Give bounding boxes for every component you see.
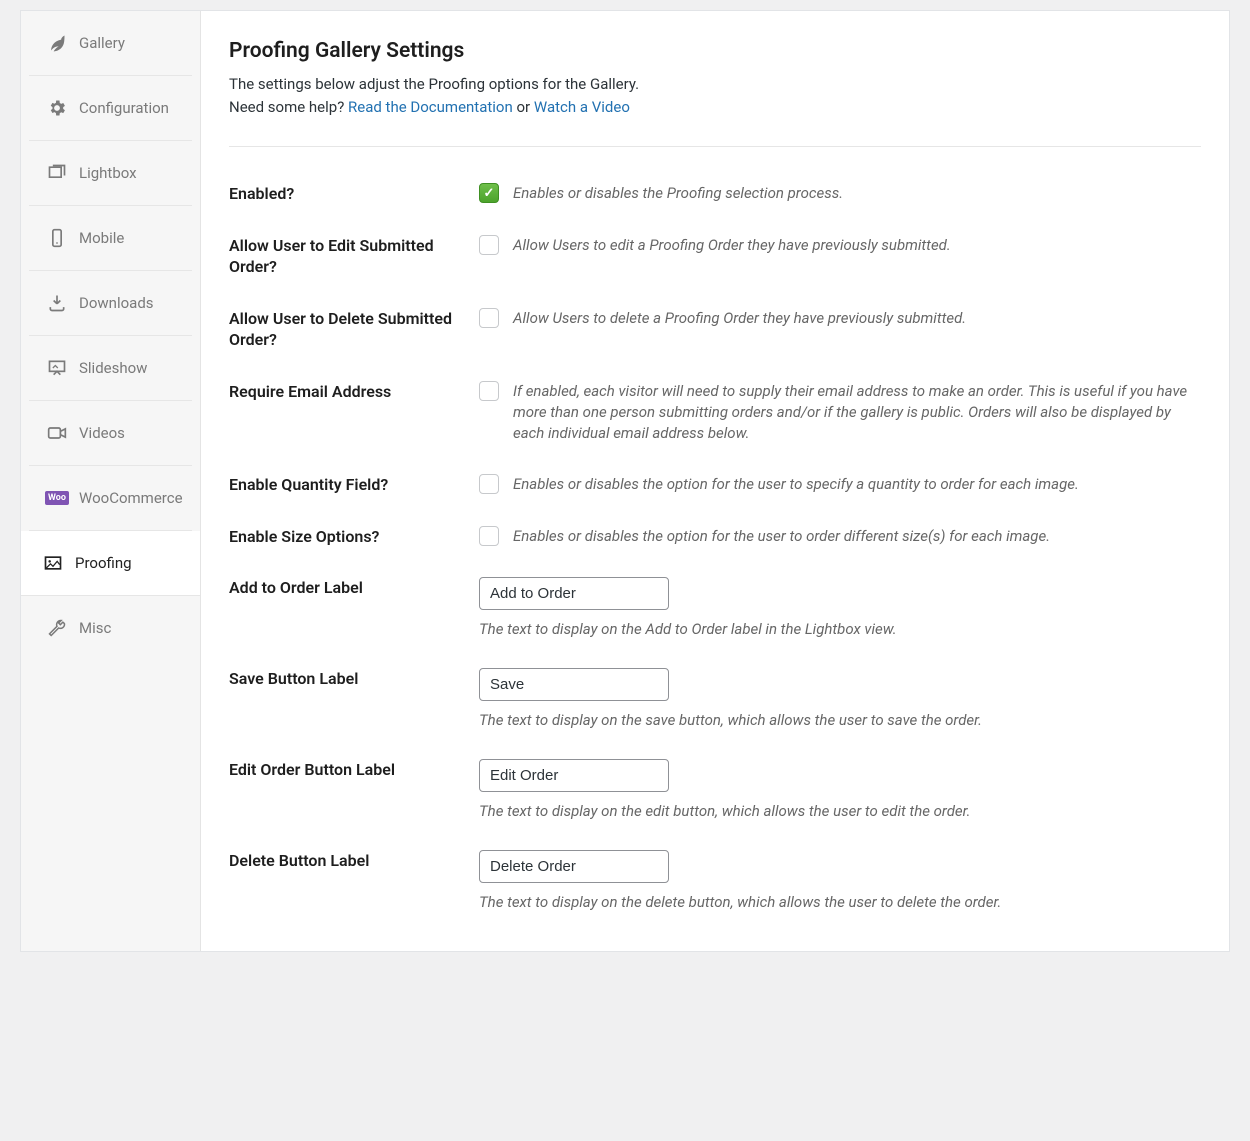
sidebar-item-gallery[interactable]: Gallery <box>29 11 192 76</box>
field-desc: If enabled, each visitor will need to su… <box>513 381 1201 444</box>
field-label: Allow User to Edit Submitted Order? <box>229 235 479 278</box>
download-icon <box>47 293 67 313</box>
mobile-icon <box>47 228 67 248</box>
video-icon <box>47 423 67 443</box>
sidebar-item-label: Misc <box>79 619 111 637</box>
sidebar-item-label: Videos <box>79 424 125 442</box>
page-title: Proofing Gallery Settings <box>229 39 1201 63</box>
subtitle-line1: The settings below adjust the Proofing o… <box>229 75 639 93</box>
field-desc: Allow Users to edit a Proofing Order the… <box>513 235 951 256</box>
field-delete-button-label: Delete Button Label The text to display … <box>229 820 1201 911</box>
settings-panel: Gallery Configuration Lightbox Mobile Do… <box>20 10 1230 952</box>
field-desc: The text to display on the Add to Order … <box>479 620 1201 638</box>
field-save-button-label: Save Button Label The text to display on… <box>229 638 1201 729</box>
sidebar-item-label: Proofing <box>75 554 132 572</box>
field-label: Require Email Address <box>229 381 479 403</box>
subtitle-or: or <box>513 98 534 116</box>
layers-icon <box>47 163 67 183</box>
woocommerce-icon: Woo <box>47 488 67 508</box>
field-desc: The text to display on the edit button, … <box>479 802 1201 820</box>
sidebar-item-label: Configuration <box>79 99 169 117</box>
field-label: Enable Quantity Field? <box>229 474 479 496</box>
sidebar-item-label: Lightbox <box>79 164 137 182</box>
allow-edit-checkbox[interactable] <box>479 235 499 255</box>
sidebar-item-label: Gallery <box>79 34 125 52</box>
sidebar-item-lightbox[interactable]: Lightbox <box>29 141 192 206</box>
settings-content: Proofing Gallery Settings The settings b… <box>201 11 1229 951</box>
sidebar-item-label: Downloads <box>79 294 154 312</box>
field-desc: Enables or disables the Proofing selecti… <box>513 183 843 204</box>
field-label: Add to Order Label <box>229 577 479 599</box>
leaf-icon <box>47 33 67 53</box>
require-email-checkbox[interactable] <box>479 381 499 401</box>
allow-delete-checkbox[interactable] <box>479 308 499 328</box>
field-label: Allow User to Delete Submitted Order? <box>229 308 479 351</box>
field-desc: Enables or disables the option for the u… <box>513 474 1079 495</box>
field-enable-size: Enable Size Options? Enables or disables… <box>229 496 1201 548</box>
sidebar-item-label: Slideshow <box>79 359 147 377</box>
field-label: Save Button Label <box>229 668 479 690</box>
enabled-checkbox[interactable] <box>479 183 499 203</box>
field-label: Enable Size Options? <box>229 526 479 548</box>
field-allow-delete: Allow User to Delete Submitted Order? Al… <box>229 278 1201 351</box>
edit-label-input[interactable] <box>479 759 669 792</box>
sidebar-item-label: WooCommerce <box>79 489 183 507</box>
field-desc: Allow Users to delete a Proofing Order t… <box>513 308 966 329</box>
docs-link[interactable]: Read the Documentation <box>348 98 513 116</box>
sidebar-item-slideshow[interactable]: Slideshow <box>29 336 192 401</box>
page-subtitle: The settings below adjust the Proofing o… <box>229 73 1201 118</box>
field-allow-edit: Allow User to Edit Submitted Order? Allo… <box>229 205 1201 278</box>
sidebar-item-downloads[interactable]: Downloads <box>29 271 192 336</box>
field-label: Edit Order Button Label <box>229 759 479 781</box>
enable-qty-checkbox[interactable] <box>479 474 499 494</box>
fields-list: Enabled? Enables or disables the Proofin… <box>229 153 1201 911</box>
field-desc: The text to display on the delete button… <box>479 893 1201 911</box>
sidebar-item-videos[interactable]: Videos <box>29 401 192 466</box>
image-check-icon <box>43 553 63 573</box>
presentation-icon <box>47 358 67 378</box>
settings-sidebar: Gallery Configuration Lightbox Mobile Do… <box>21 11 201 951</box>
gear-icon <box>47 98 67 118</box>
field-edit-button-label: Edit Order Button Label The text to disp… <box>229 729 1201 820</box>
sidebar-item-proofing[interactable]: Proofing <box>21 531 200 596</box>
field-label: Delete Button Label <box>229 850 479 872</box>
sidebar-item-woocommerce[interactable]: Woo WooCommerce <box>29 466 192 531</box>
subtitle-pre: Need some help? <box>229 98 348 116</box>
field-label: Enabled? <box>229 183 479 205</box>
field-desc: The text to display on the save button, … <box>479 711 1201 729</box>
wrench-icon <box>47 618 67 638</box>
save-label-input[interactable] <box>479 668 669 701</box>
field-require-email: Require Email Address If enabled, each v… <box>229 351 1201 444</box>
field-desc: Enables or disables the option for the u… <box>513 526 1050 547</box>
add-to-order-input[interactable] <box>479 577 669 610</box>
sidebar-item-label: Mobile <box>79 229 124 247</box>
sidebar-item-mobile[interactable]: Mobile <box>29 206 192 271</box>
field-add-to-order-label: Add to Order Label The text to display o… <box>229 547 1201 638</box>
divider <box>229 146 1201 147</box>
enable-size-checkbox[interactable] <box>479 526 499 546</box>
delete-label-input[interactable] <box>479 850 669 883</box>
field-enabled: Enabled? Enables or disables the Proofin… <box>229 153 1201 205</box>
field-enable-qty: Enable Quantity Field? Enables or disabl… <box>229 444 1201 496</box>
sidebar-item-misc[interactable]: Misc <box>29 596 192 660</box>
video-link[interactable]: Watch a Video <box>534 98 630 116</box>
sidebar-item-configuration[interactable]: Configuration <box>29 76 192 141</box>
